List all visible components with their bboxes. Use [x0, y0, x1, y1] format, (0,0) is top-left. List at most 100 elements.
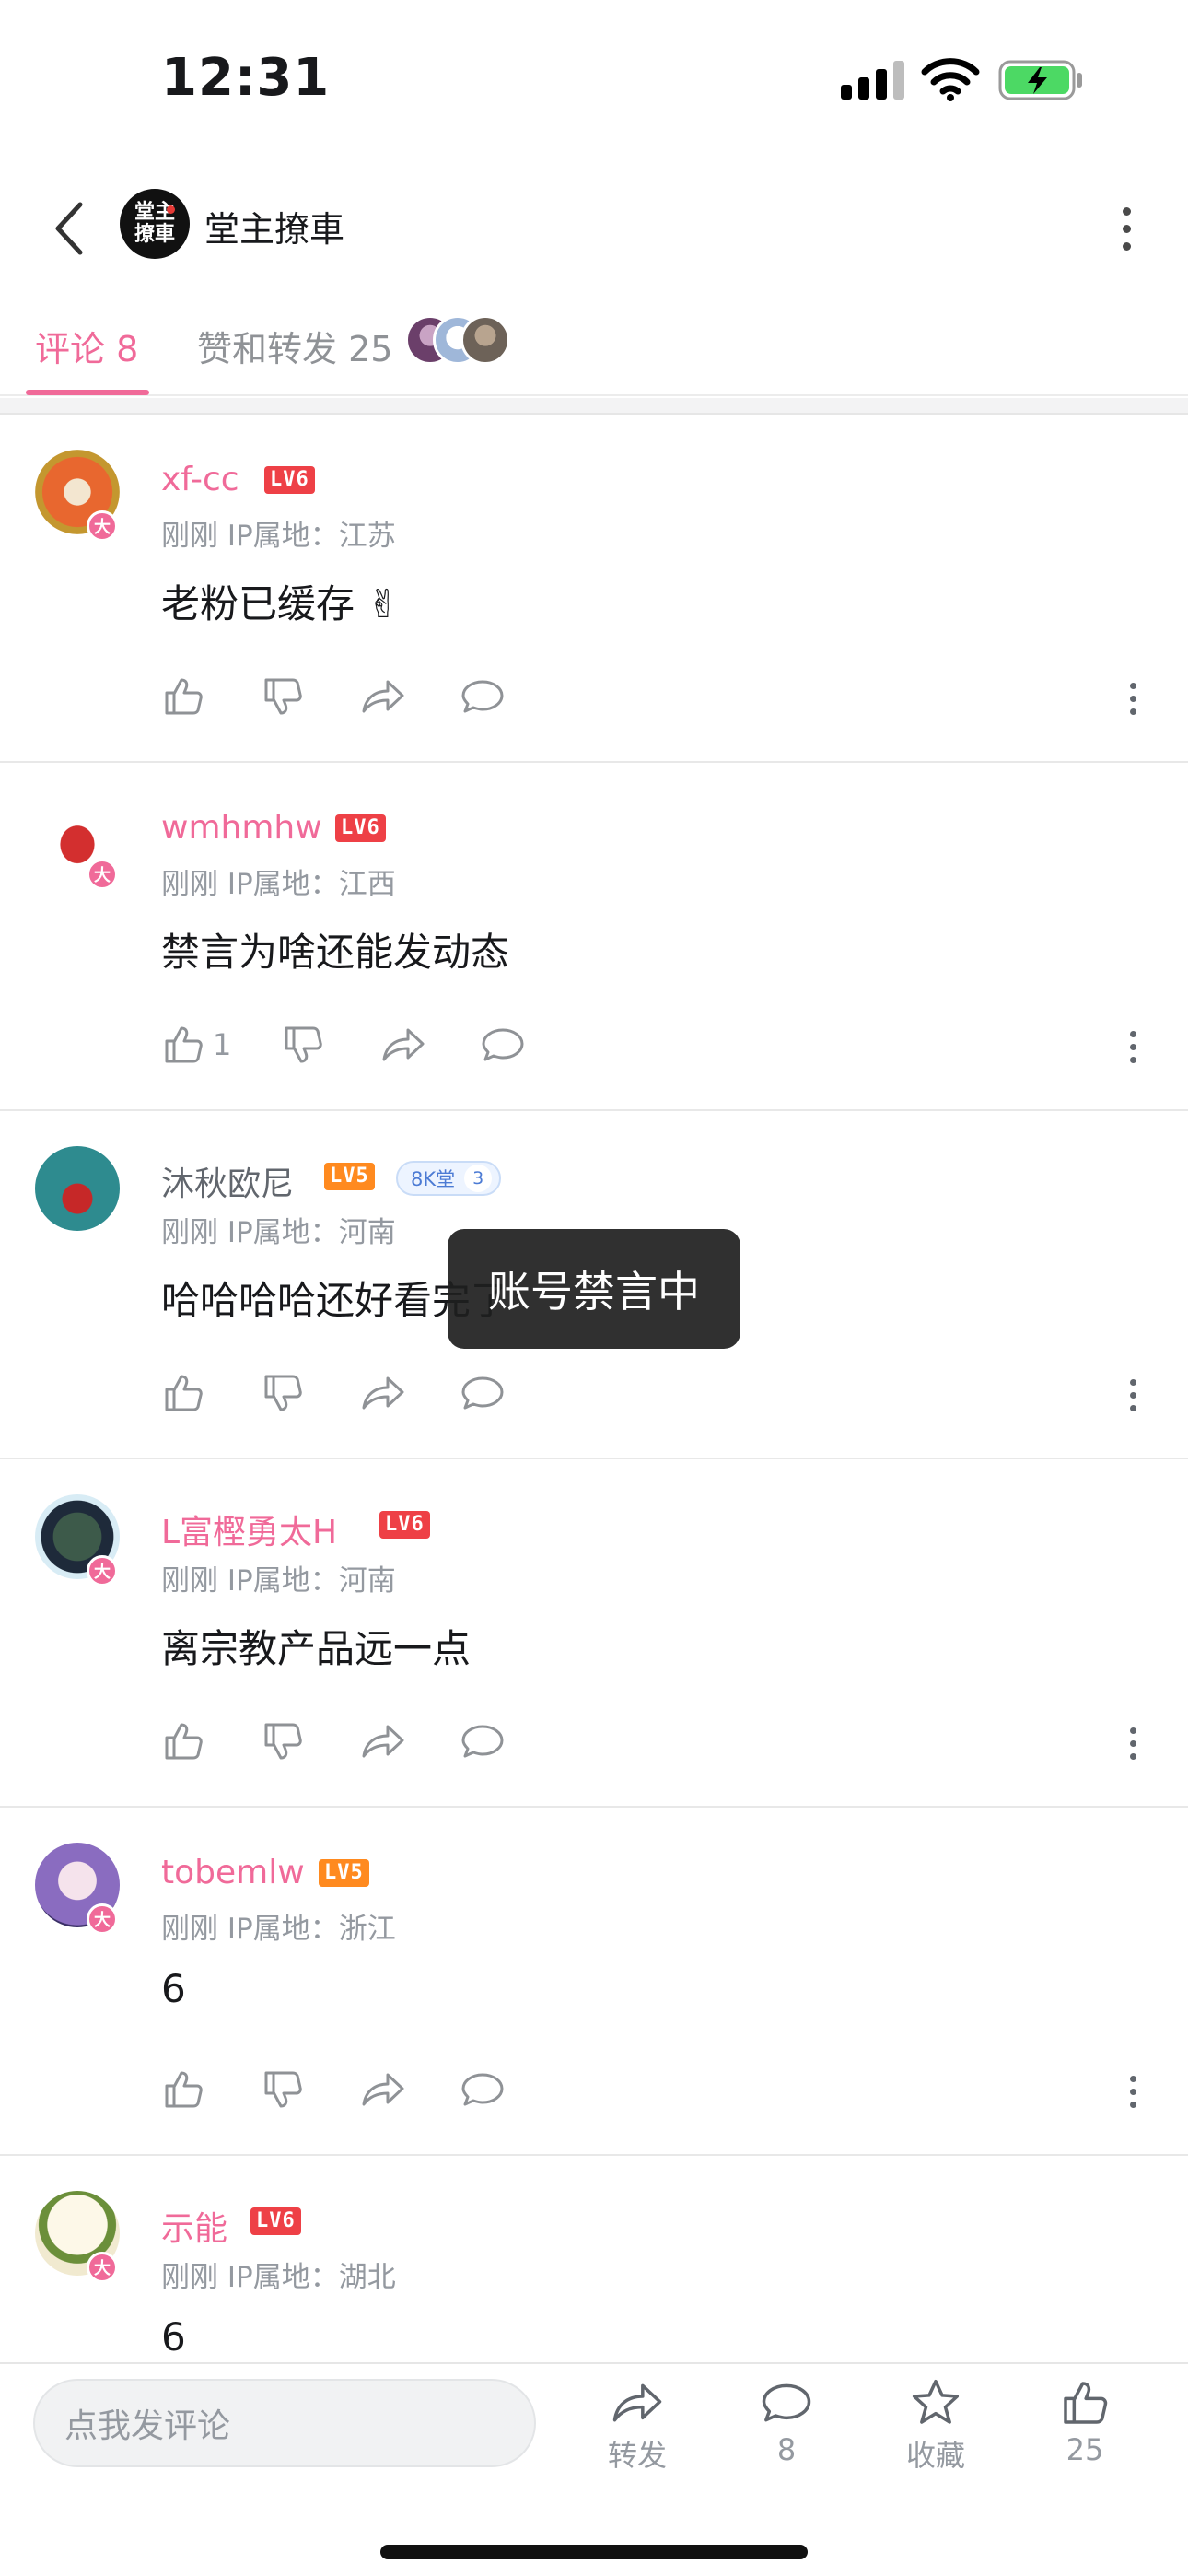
username[interactable]: 示能 — [161, 2202, 227, 2250]
favorite-label: 收藏 — [905, 2438, 965, 2473]
share-arrow-icon — [612, 2383, 662, 2422]
comment-bubble-icon — [461, 2073, 504, 2106]
share-button[interactable] — [380, 1019, 426, 1071]
share-button[interactable] — [360, 1367, 406, 1419]
thumb-up-icon — [165, 1026, 203, 1063]
like-button[interactable] — [161, 1367, 213, 1419]
bottom-action-bar: 点我发评论 转发 8 收藏 25 — [0, 2362, 1188, 2576]
username[interactable]: wmhmhw — [161, 809, 322, 847]
like-count: 1 — [213, 1027, 232, 1062]
comments-button[interactable]: 8 — [731, 2377, 842, 2467]
page-title[interactable]: 堂主撩車 — [204, 201, 344, 252]
comment-count: 8 — [776, 2432, 797, 2467]
like-button[interactable] — [161, 671, 213, 722]
username[interactable]: tobemlw — [161, 1854, 305, 1891]
status-bar: 12:31 — [0, 0, 1188, 157]
share-arrow-icon — [382, 1028, 425, 1061]
tab-likes-and-shares[interactable]: 赞和转发 25 — [197, 321, 392, 371]
thumb-up-icon — [165, 1375, 203, 1411]
share-button[interactable] — [360, 671, 406, 722]
more-vertical-icon — [1129, 2075, 1136, 2082]
back-arrow-icon — [55, 202, 83, 255]
username[interactable]: 沐秋欧尼 — [161, 1157, 294, 1205]
more-vertical-icon — [1129, 1030, 1136, 1037]
more-vertical-icon — [1129, 682, 1136, 689]
share-label: 转发 — [607, 2438, 667, 2473]
username[interactable]: L富樫勇太H — [161, 1505, 337, 1553]
uploader-avatar[interactable]: 堂主撩車 — [120, 189, 190, 259]
username[interactable]: xf-cc — [161, 461, 239, 498]
comment-text: 离宗教产品远一点 — [161, 1626, 472, 1671]
share-button[interactable] — [360, 2064, 406, 2115]
thumb-up-icon — [165, 2071, 203, 2108]
dislike-button[interactable] — [261, 671, 305, 722]
active-tab-indicator — [26, 390, 149, 395]
like-button[interactable]: 25 — [1030, 2377, 1140, 2467]
comment-more-button[interactable] — [1119, 1024, 1147, 1070]
share-button[interactable] — [360, 1715, 406, 1767]
star-icon — [912, 2379, 960, 2424]
like-button[interactable] — [161, 1715, 213, 1767]
favorite-button[interactable]: 收藏 — [880, 2377, 991, 2475]
comment-meta: 刚刚 IP属地：江苏 — [161, 520, 396, 553]
level-badge: LV5 — [319, 1859, 369, 1887]
more-vertical-icon — [1122, 206, 1131, 216]
fan-medal-level: 3 — [464, 1165, 493, 1192]
comment-actions — [161, 671, 1128, 726]
comment-item: 大 xf-cc LV6 刚刚 IP属地：江苏 老粉已缓存 ✌ — [0, 415, 1188, 763]
more-options-button[interactable] — [1101, 196, 1152, 261]
dislike-button[interactable] — [261, 2064, 305, 2115]
dislike-button[interactable] — [261, 1715, 305, 1767]
vip-badge: 大 — [87, 1903, 118, 1935]
fan-medal[interactable]: 8K堂 3 — [396, 1161, 502, 1196]
avatar[interactable] — [35, 1146, 120, 1231]
comment-more-button[interactable] — [1119, 2068, 1147, 2114]
level-badge: LV6 — [379, 1511, 430, 1539]
thumb-down-icon — [264, 1723, 302, 1760]
toast-message: 账号禁言中 — [448, 1229, 740, 1349]
thumb-down-icon — [264, 1375, 302, 1411]
share-arrow-icon — [362, 1376, 404, 1410]
dislike-button[interactable] — [261, 1367, 305, 1419]
share-button[interactable]: 转发 — [582, 2377, 693, 2475]
comment-item: 大 wmhmhw LV6 刚刚 IP属地：江西 禁言为啥还能发动态 1 — [0, 763, 1188, 1111]
thumb-down-icon — [285, 1026, 322, 1063]
comment-actions — [161, 1367, 1128, 1423]
like-button[interactable]: 1 — [161, 1019, 231, 1071]
comment-bubble-icon — [482, 1028, 524, 1061]
comment-meta: 刚刚 IP属地：河南 — [161, 1564, 396, 1598]
like-button[interactable] — [161, 2064, 213, 2115]
more-vertical-icon — [1129, 1727, 1136, 1734]
wifi-icon — [921, 57, 980, 101]
thumb-down-icon — [264, 2071, 302, 2108]
comment-more-button[interactable] — [1119, 1720, 1147, 1766]
reply-button[interactable] — [460, 1715, 506, 1767]
comment-text: 老粉已缓存 ✌ — [161, 581, 400, 626]
reply-button[interactable] — [480, 1019, 526, 1071]
comment-more-button[interactable] — [1119, 1372, 1147, 1418]
tab-comments[interactable]: 评论 8 — [35, 321, 138, 371]
comment-text: 6 — [161, 1966, 186, 2011]
comment-meta: 刚刚 IP属地：浙江 — [161, 1913, 396, 1946]
comment-meta: 刚刚 IP属地：湖北 — [161, 2261, 396, 2294]
home-indicator[interactable] — [380, 2545, 808, 2559]
reply-button[interactable] — [460, 2064, 506, 2115]
level-badge: LV5 — [324, 1163, 375, 1190]
section-divider — [0, 398, 1188, 415]
comment-bubble-icon — [461, 680, 504, 713]
back-button[interactable] — [37, 196, 101, 261]
comment-input[interactable]: 点我发评论 — [33, 2379, 536, 2467]
comment-bubble-icon — [461, 1376, 504, 1410]
top-nav-bar: 堂主撩車 堂主撩車 — [0, 170, 1188, 286]
reply-button[interactable] — [460, 671, 506, 722]
level-badge: LV6 — [264, 466, 315, 494]
vip-badge: 大 — [87, 859, 118, 890]
comment-text: 禁言为啥还能发动态 — [161, 930, 510, 975]
comment-actions: 1 — [161, 1019, 1128, 1074]
thumb-up-icon — [165, 678, 203, 715]
comment-more-button[interactable] — [1119, 675, 1147, 721]
dislike-button[interactable] — [281, 1019, 325, 1071]
liker-avatars[interactable] — [405, 315, 525, 367]
comment-actions — [161, 1715, 1128, 1771]
reply-button[interactable] — [460, 1367, 506, 1419]
